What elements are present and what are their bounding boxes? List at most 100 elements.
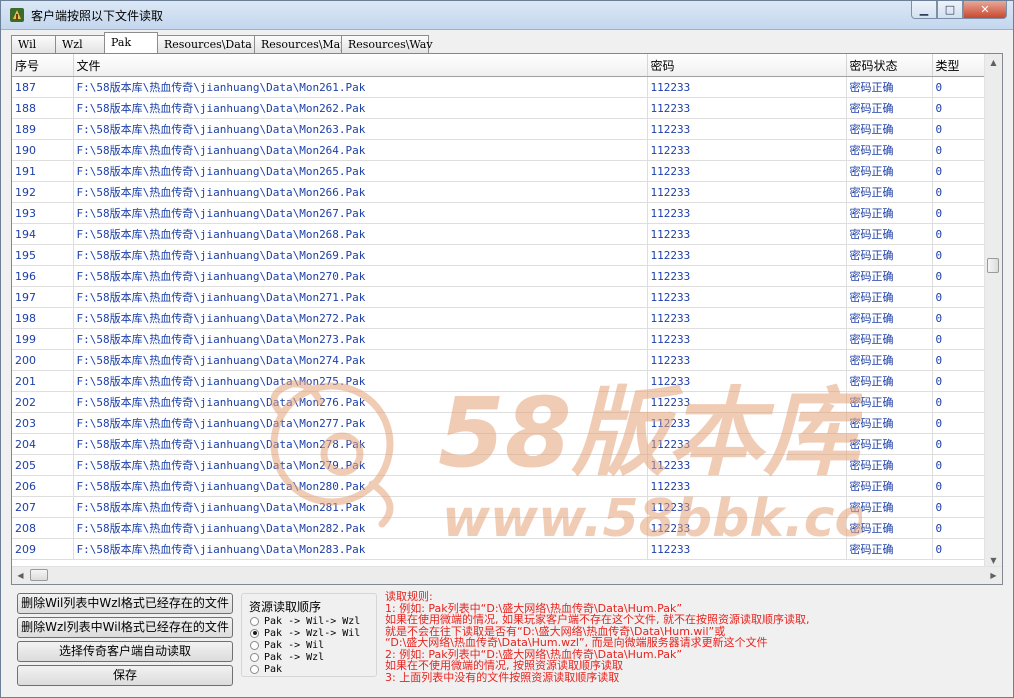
table-row[interactable]: 201 F:\58版本库\热血传奇\jianhuang\Data\Mon275.P…	[12, 370, 986, 392]
cell-file: F:\58版本库\热血传奇\jianhuang\Data\Mon261.Pak	[73, 76, 648, 98]
close-button[interactable]: ✕	[963, 1, 1007, 19]
cell-no: 197	[12, 286, 74, 308]
cell-type: 0	[932, 223, 986, 245]
table-row[interactable]: 195 F:\58版本库\热血传奇\jianhuang\Data\Mon269.P…	[12, 244, 986, 266]
cell-password: 112233	[647, 223, 847, 245]
radio-unselected-icon[interactable]	[250, 640, 259, 650]
resource-order-option[interactable]: Pak -> Wzl	[250, 651, 324, 663]
table-row[interactable]: 199 F:\58版本库\热血传奇\jianhuang\Data\Mon273.P…	[12, 328, 986, 350]
cell-type: 0	[932, 139, 986, 161]
table-row[interactable]: 208 F:\58版本库\热血传奇\jianhuang\Data\Mon282.P…	[12, 517, 986, 539]
resource-order-option-label: Pak -> Wzl	[264, 651, 325, 663]
column-header-type[interactable]: 类型	[932, 54, 986, 77]
radio-selected-icon[interactable]	[250, 628, 259, 638]
scroll-right-arrow-icon[interactable]: ▶	[985, 567, 1002, 584]
table-row[interactable]: 198 F:\58版本库\热血传奇\jianhuang\Data\Mon272.P…	[12, 307, 986, 329]
tab-resources-data[interactable]: Resources\Data	[157, 35, 255, 53]
resource-order-option[interactable]: Pak -> Wzl-> Wil	[250, 627, 360, 639]
cell-password-status: 密码正确	[846, 97, 933, 119]
table-row[interactable]: 209 F:\58版本库\热血传奇\jianhuang\Data\Mon283.P…	[12, 538, 986, 560]
cell-type: 0	[932, 454, 986, 476]
cell-password: 112233	[647, 349, 847, 371]
cell-type: 0	[932, 538, 986, 560]
column-header-password[interactable]: 密码	[647, 54, 847, 77]
rule-line: 如果在使用微端的情况, 如果玩家客户端不存在这个文件, 就不在按照资源读取顺序读…	[385, 613, 810, 626]
column-header-password-status[interactable]: 密码状态	[846, 54, 933, 77]
table-row[interactable]: 200 F:\58版本库\热血传奇\jianhuang\Data\Mon274.P…	[12, 349, 986, 371]
vertical-scroll-thumb[interactable]	[987, 258, 999, 273]
tab-wzl[interactable]: Wzl	[55, 35, 105, 53]
cell-file: F:\58版本库\热血传奇\jianhuang\Data\Mon278.Pak	[73, 433, 648, 455]
delete-wzl-duplicates-button[interactable]: 删除Wzl列表中Wil格式已经存在的文件	[17, 617, 233, 638]
tab-resources-wav[interactable]: Resources\Wav	[341, 35, 433, 53]
cell-no: 191	[12, 160, 74, 182]
cell-no: 206	[12, 475, 74, 497]
table-row[interactable]: 192 F:\58版本库\热血传奇\jianhuang\Data\Mon266.P…	[12, 181, 986, 203]
table-row[interactable]: 193 F:\58版本库\热血传奇\jianhuang\Data\Mon267.P…	[12, 202, 986, 224]
table-row[interactable]: 188 F:\58版本库\热血传奇\jianhuang\Data\Mon262.P…	[12, 97, 986, 119]
cell-password-status: 密码正确	[846, 181, 933, 203]
title-bar[interactable]: 客户端按照以下文件读取 ▁ □ ✕	[1, 1, 1013, 30]
cell-type: 0	[932, 412, 986, 434]
cell-password: 112233	[647, 118, 847, 140]
cell-file: F:\58版本库\热血传奇\jianhuang\Data\Mon281.Pak	[73, 496, 648, 518]
table-row[interactable]: 204 F:\58版本库\热血传奇\jianhuang\Data\Mon278.P…	[12, 433, 986, 455]
cell-password: 112233	[647, 412, 847, 434]
cell-type: 0	[932, 76, 986, 98]
cell-file: F:\58版本库\热血传奇\jianhuang\Data\Mon268.Pak	[73, 223, 648, 245]
minimize-button[interactable]: ▁	[911, 1, 937, 19]
cell-file: F:\58版本库\热血传奇\jianhuang\Data\Mon280.Pak	[73, 475, 648, 497]
table-row[interactable]: 187 F:\58版本库\热血传奇\jianhuang\Data\Mon261.P…	[12, 76, 986, 98]
table-row[interactable]: 190 F:\58版本库\热血传奇\jianhuang\Data\Mon264.P…	[12, 139, 986, 161]
cell-no: 195	[12, 244, 74, 266]
cell-type: 0	[932, 202, 986, 224]
main-window: 客户端按照以下文件读取 ▁ □ ✕ Wil Wzl Pak Resources\…	[0, 0, 1014, 698]
table-row[interactable]: 189 F:\58版本库\热血传奇\jianhuang\Data\Mon263.P…	[12, 118, 986, 140]
resource-order-option-label: Pak -> Wzl-> Wil	[264, 627, 361, 639]
table-row[interactable]: 191 F:\58版本库\热血传奇\jianhuang\Data\Mon265.P…	[12, 160, 986, 182]
minimize-icon: ▁	[919, 3, 929, 16]
scroll-left-arrow-icon[interactable]: ◀	[12, 567, 29, 584]
select-client-button[interactable]: 选择传奇客户端自动读取	[17, 641, 233, 662]
radio-unselected-icon[interactable]	[250, 664, 259, 674]
cell-no: 189	[12, 118, 74, 140]
radio-unselected-icon[interactable]	[250, 652, 259, 662]
resource-order-option[interactable]: Pak -> Wil-> Wzl	[250, 615, 360, 627]
table-row[interactable]: 203 F:\58版本库\热血传奇\jianhuang\Data\Mon277.P…	[12, 412, 986, 434]
close-icon: ✕	[980, 3, 990, 16]
scroll-up-arrow-icon[interactable]: ▲	[985, 54, 1002, 71]
table-row[interactable]: 197 F:\58版本库\热血传奇\jianhuang\Data\Mon271.P…	[12, 286, 986, 308]
column-header-no[interactable]: 序号	[12, 54, 74, 77]
tab-pak[interactable]: Pak	[104, 32, 158, 53]
table-row[interactable]: 202 F:\58版本库\热血传奇\jianhuang\Data\Mon276.P…	[12, 391, 986, 413]
cell-password: 112233	[647, 244, 847, 266]
tab-wil[interactable]: Wil	[11, 35, 56, 53]
table-row[interactable]: 205 F:\58版本库\热血传奇\jianhuang\Data\Mon279.P…	[12, 454, 986, 476]
column-header-file[interactable]: 文件	[73, 54, 648, 77]
cell-password: 112233	[647, 475, 847, 497]
cell-no: 207	[12, 496, 74, 518]
tab-resources-map[interactable]: Resources\Map	[254, 35, 347, 53]
table-row[interactable]: 196 F:\58版本库\热血传奇\jianhuang\Data\Mon270.P…	[12, 265, 986, 287]
radio-unselected-icon[interactable]	[250, 616, 259, 626]
vertical-scrollbar[interactable]: ▲ ▼	[984, 54, 1002, 569]
table-row[interactable]: 207 F:\58版本库\热血传奇\jianhuang\Data\Mon281.P…	[12, 496, 986, 518]
horizontal-scroll-thumb[interactable]	[30, 569, 48, 581]
horizontal-scrollbar[interactable]: ◀ ▶	[12, 566, 1002, 584]
cell-file: F:\58版本库\热血传奇\jianhuang\Data\Mon275.Pak	[73, 370, 648, 392]
cell-type: 0	[932, 370, 986, 392]
maximize-button[interactable]: □	[937, 1, 963, 19]
resource-order-option[interactable]: Pak -> Wil	[250, 639, 324, 651]
table-row[interactable]: 206 F:\58版本库\热血传奇\jianhuang\Data\Mon280.P…	[12, 475, 986, 497]
save-button[interactable]: 保存	[17, 665, 233, 686]
resource-order-option[interactable]: Pak	[250, 663, 282, 675]
cell-file: F:\58版本库\热血传奇\jianhuang\Data\Mon263.Pak	[73, 118, 648, 140]
cell-file: F:\58版本库\热血传奇\jianhuang\Data\Mon262.Pak	[73, 97, 648, 119]
cell-no: 205	[12, 454, 74, 476]
cell-password-status: 密码正确	[846, 412, 933, 434]
delete-wil-duplicates-button[interactable]: 删除Wil列表中Wzl格式已经存在的文件	[17, 593, 233, 614]
resource-order-title: 资源读取顺序	[249, 598, 322, 615]
cell-type: 0	[932, 118, 986, 140]
table-row[interactable]: 194 F:\58版本库\热血传奇\jianhuang\Data\Mon268.P…	[12, 223, 986, 245]
cell-file: F:\58版本库\热血传奇\jianhuang\Data\Mon272.Pak	[73, 307, 648, 329]
